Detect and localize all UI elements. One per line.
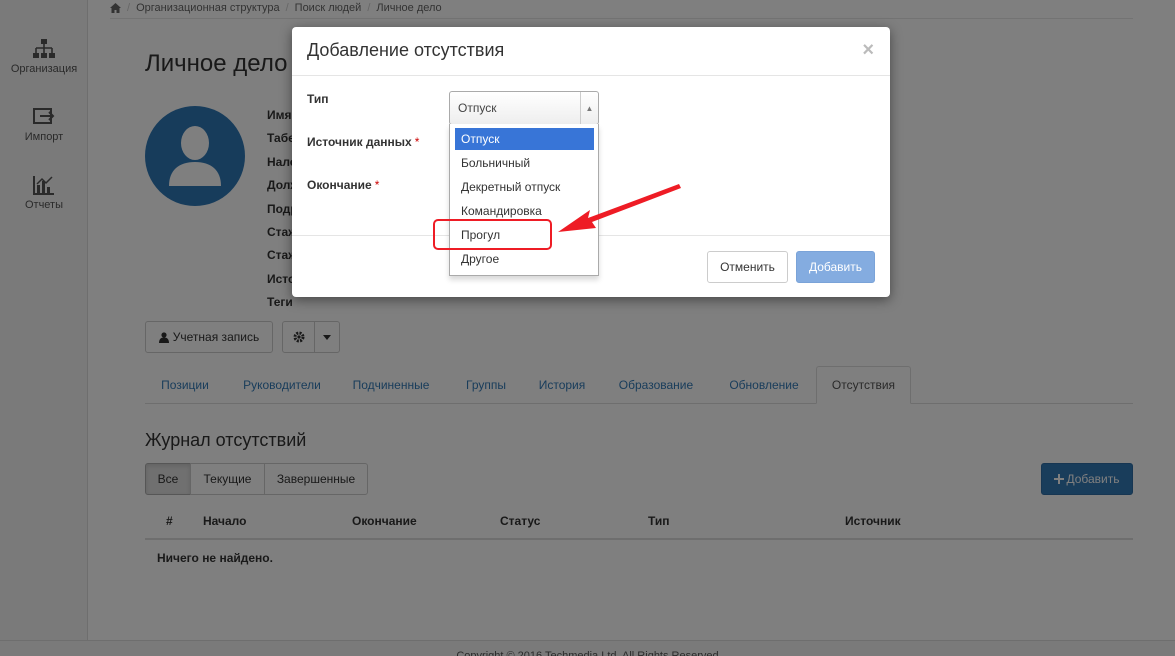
option-vacation[interactable]: Отпуск: [455, 128, 594, 150]
submit-button[interactable]: Добавить: [796, 251, 875, 283]
close-icon[interactable]: ×: [862, 40, 874, 60]
option-sick-leave[interactable]: Больничный: [455, 152, 594, 174]
option-other[interactable]: Другое: [455, 248, 594, 270]
field-label-source: Источник данных *: [307, 135, 420, 149]
type-select[interactable]: Отпуск ▲: [449, 91, 599, 125]
option-maternity-leave[interactable]: Декретный отпуск: [455, 176, 594, 198]
type-dropdown: Отпуск Больничный Декретный отпуск Коман…: [449, 124, 599, 276]
caret-up-icon: ▲: [580, 92, 598, 124]
highlight-box: [433, 219, 552, 250]
field-label-type: Тип: [307, 92, 329, 106]
field-label-end: Окончание *: [307, 178, 380, 192]
modal-title: Добавление отсутствия: [307, 40, 505, 60]
type-select-value: Отпуск: [458, 101, 497, 115]
cancel-button[interactable]: Отменить: [707, 251, 788, 283]
